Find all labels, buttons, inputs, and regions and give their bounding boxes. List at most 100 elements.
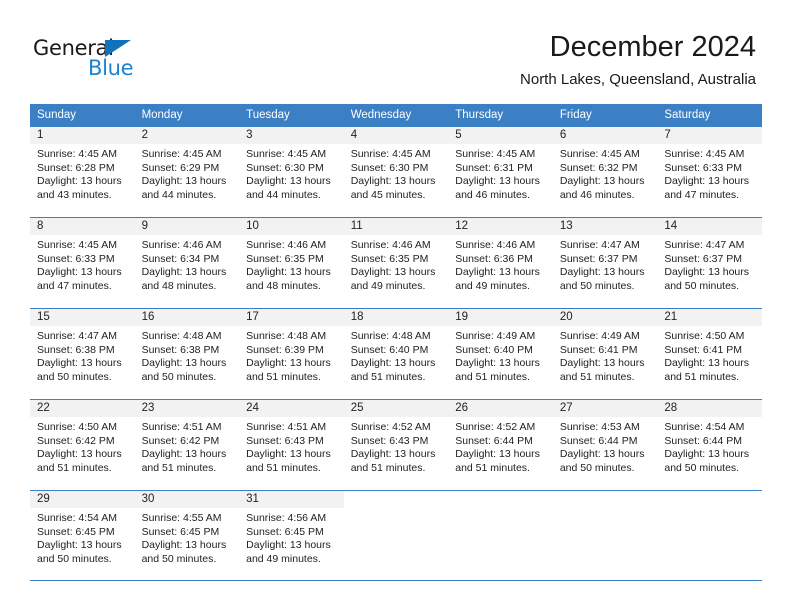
day-cell[interactable]: 8 Sunrise: 4:45 AM Sunset: 6:33 PM Daylight… [30, 217, 135, 308]
day-number: 30 [134, 491, 240, 508]
daylight-text-line1: Daylight: 13 hours [559, 448, 645, 461]
daylight-text-line1: Daylight: 13 hours [37, 357, 122, 370]
day-cell[interactable]: 31 Sunrise: 4:56 AM Sunset: 6:45 PM Dayligh… [239, 490, 344, 581]
day-number [448, 491, 553, 508]
daylight-text-line1: Daylight: 13 hours [455, 266, 540, 279]
day-cell-inner: 27 Sunrise: 4:53 AM Sunset: 6:44 PM Dayligh… [552, 399, 658, 490]
day-cell[interactable]: 26 Sunrise: 4:52 AM Sunset: 6:44 PM Dayligh… [448, 399, 553, 490]
sunset-text: Sunset: 6:33 PM [37, 252, 115, 265]
day-cell[interactable]: 6 Sunrise: 4:45 AM Sunset: 6:32 PM Daylight… [552, 126, 658, 217]
sunset-text: Sunset: 6:36 PM [455, 252, 533, 265]
day-cell[interactable]: 10 Sunrise: 4:46 AM Sunset: 6:35 PM Dayligh… [239, 217, 344, 308]
daylight-text-line1: Daylight: 13 hours [246, 539, 331, 552]
day-cell[interactable]: 21 Sunrise: 4:50 AM Sunset: 6:41 PM Dayligh… [657, 308, 762, 399]
day-cell[interactable]: 18 Sunrise: 4:48 AM Sunset: 6:40 PM Dayligh… [343, 308, 449, 399]
weekday-header-monday: Monday [134, 104, 240, 126]
day-cell[interactable]: 28 Sunrise: 4:54 AM Sunset: 6:44 PM Dayligh… [657, 399, 762, 490]
daylight-text-line1: Daylight: 13 hours [455, 175, 540, 188]
day-cell[interactable]: 5 Sunrise: 4:45 AM Sunset: 6:31 PM Daylight… [448, 126, 553, 217]
day-cell[interactable]: 12 Sunrise: 4:46 AM Sunset: 6:36 PM Dayligh… [448, 217, 553, 308]
day-details: Sunrise: 4:45 AM Sunset: 6:30 PM Daylight:… [239, 144, 344, 202]
day-number: 10 [239, 218, 344, 235]
logo-text-blue: Blue [88, 56, 134, 80]
day-cell-inner: 26 Sunrise: 4:52 AM Sunset: 6:44 PM Dayligh… [448, 399, 553, 490]
sunrise-text: Sunrise: 4:45 AM [664, 148, 745, 160]
day-cell-inner: 15 Sunrise: 4:47 AM Sunset: 6:38 PM Dayligh… [30, 308, 135, 399]
day-details: Sunrise: 4:51 AM Sunset: 6:42 PM Daylight:… [135, 417, 240, 475]
day-cell[interactable]: 19 Sunrise: 4:49 AM Sunset: 6:40 PM Dayligh… [448, 308, 553, 399]
generalblue-logo[interactable]: General Blue [33, 36, 213, 84]
daylight-text-line2: and 46 minutes. [559, 188, 635, 201]
day-cell[interactable]: 9 Sunrise: 4:46 AM Sunset: 6:34 PM Daylight… [134, 217, 240, 308]
week-row: 22 Sunrise: 4:50 AM Sunset: 6:42 PM Dayligh… [30, 399, 762, 490]
day-cell[interactable]: 15 Sunrise: 4:47 AM Sunset: 6:38 PM Dayligh… [30, 308, 135, 399]
day-cell[interactable]: 30 Sunrise: 4:55 AM Sunset: 6:45 PM Dayligh… [134, 490, 240, 581]
day-number: 13 [552, 218, 658, 235]
sunrise-text: Sunrise: 4:47 AM [664, 239, 745, 251]
day-cell[interactable]: 27 Sunrise: 4:53 AM Sunset: 6:44 PM Dayligh… [552, 399, 658, 490]
day-cell[interactable]: 7 Sunrise: 4:45 AM Sunset: 6:33 PM Daylight… [657, 126, 762, 217]
sunset-text: Sunset: 6:44 PM [455, 434, 533, 447]
week-row: 15 Sunrise: 4:47 AM Sunset: 6:38 PM Dayligh… [30, 308, 762, 399]
day-number [344, 491, 449, 508]
sunset-text: Sunset: 6:45 PM [246, 525, 324, 538]
page-title: December 2024 [549, 31, 756, 63]
day-cell[interactable]: 13 Sunrise: 4:47 AM Sunset: 6:37 PM Dayligh… [552, 217, 658, 308]
day-details: Sunrise: 4:50 AM Sunset: 6:42 PM Daylight:… [30, 417, 135, 475]
day-details: Sunrise: 4:52 AM Sunset: 6:44 PM Daylight:… [448, 417, 553, 475]
daylight-text-line1: Daylight: 13 hours [350, 175, 436, 188]
day-cell[interactable]: 22 Sunrise: 4:50 AM Sunset: 6:42 PM Dayligh… [30, 399, 135, 490]
day-cell-inner [343, 490, 449, 581]
day-number: 15 [30, 309, 135, 326]
day-number: 9 [134, 218, 240, 235]
daylight-text-line1: Daylight: 13 hours [141, 357, 227, 370]
day-cell[interactable]: 24 Sunrise: 4:51 AM Sunset: 6:43 PM Dayligh… [239, 399, 344, 490]
day-cell-inner: 8 Sunrise: 4:45 AM Sunset: 6:33 PM Daylight… [30, 217, 135, 308]
daylight-text-line1: Daylight: 13 hours [559, 357, 645, 370]
sunrise-text: Sunrise: 4:45 AM [37, 148, 117, 160]
day-cell[interactable]: 17 Sunrise: 4:48 AM Sunset: 6:39 PM Dayligh… [239, 308, 344, 399]
day-cell[interactable]: 4 Sunrise: 4:45 AM Sunset: 6:30 PM Daylight… [343, 126, 449, 217]
day-cell[interactable]: 20 Sunrise: 4:49 AM Sunset: 6:41 PM Dayligh… [552, 308, 658, 399]
day-cell[interactable]: 1 Sunrise: 4:45 AM Sunset: 6:28 PM Daylight… [30, 126, 135, 217]
daylight-text-line2: and 45 minutes. [350, 188, 426, 201]
sunset-text: Sunset: 6:34 PM [141, 252, 220, 265]
day-cell[interactable]: 29 Sunrise: 4:54 AM Sunset: 6:45 PM Dayligh… [30, 490, 135, 581]
day-cell[interactable]: 2 Sunrise: 4:45 AM Sunset: 6:29 PM Daylight… [134, 126, 240, 217]
day-cell-inner: 7 Sunrise: 4:45 AM Sunset: 6:33 PM Daylight… [657, 126, 762, 217]
day-details [448, 508, 553, 512]
day-number [553, 491, 658, 508]
day-cell[interactable]: 25 Sunrise: 4:52 AM Sunset: 6:43 PM Dayligh… [343, 399, 449, 490]
day-cell[interactable]: 3 Sunrise: 4:45 AM Sunset: 6:30 PM Daylight… [239, 126, 344, 217]
day-cell[interactable]: 16 Sunrise: 4:48 AM Sunset: 6:38 PM Dayligh… [134, 308, 240, 399]
day-details: Sunrise: 4:46 AM Sunset: 6:35 PM Daylight:… [239, 235, 344, 293]
day-number: 17 [239, 309, 344, 326]
daylight-text-line1: Daylight: 13 hours [664, 448, 750, 461]
daylight-text-line2: and 50 minutes. [664, 279, 740, 292]
day-cell[interactable]: 23 Sunrise: 4:51 AM Sunset: 6:42 PM Dayligh… [134, 399, 240, 490]
day-details: Sunrise: 4:48 AM Sunset: 6:39 PM Daylight:… [239, 326, 344, 384]
day-cell[interactable]: 11 Sunrise: 4:46 AM Sunset: 6:35 PM Dayligh… [343, 217, 449, 308]
day-cell[interactable]: 14 Sunrise: 4:47 AM Sunset: 6:37 PM Dayligh… [657, 217, 762, 308]
day-details: Sunrise: 4:45 AM Sunset: 6:30 PM Daylight:… [344, 144, 449, 202]
sunset-text: Sunset: 6:39 PM [246, 343, 324, 356]
logo-triangle-icon [105, 40, 131, 57]
day-cell-inner: 14 Sunrise: 4:47 AM Sunset: 6:37 PM Dayligh… [657, 217, 762, 308]
sunrise-text: Sunrise: 4:45 AM [455, 148, 536, 160]
daylight-text-line2: and 51 minutes. [455, 461, 530, 474]
daylight-text-line1: Daylight: 13 hours [246, 357, 331, 370]
daylight-text-line2: and 50 minutes. [141, 370, 217, 383]
day-number: 22 [30, 400, 135, 417]
week-row: 29 Sunrise: 4:54 AM Sunset: 6:45 PM Dayligh… [30, 490, 762, 581]
day-cell-inner: 11 Sunrise: 4:46 AM Sunset: 6:35 PM Dayligh… [343, 217, 449, 308]
daylight-text-line2: and 51 minutes. [559, 370, 635, 383]
day-details: Sunrise: 4:51 AM Sunset: 6:43 PM Daylight:… [239, 417, 344, 475]
sunset-text: Sunset: 6:42 PM [37, 434, 115, 447]
day-cell-inner: 23 Sunrise: 4:51 AM Sunset: 6:42 PM Dayligh… [134, 399, 240, 490]
title-block: December 2024 North Lakes, Queensland, A… [520, 30, 756, 90]
day-cell-inner: 28 Sunrise: 4:54 AM Sunset: 6:44 PM Dayligh… [657, 399, 762, 490]
sunset-text: Sunset: 6:29 PM [141, 161, 220, 174]
day-number: 5 [448, 127, 553, 144]
daylight-text-line1: Daylight: 13 hours [455, 448, 540, 461]
day-cell-inner: 25 Sunrise: 4:52 AM Sunset: 6:43 PM Dayligh… [343, 399, 449, 490]
